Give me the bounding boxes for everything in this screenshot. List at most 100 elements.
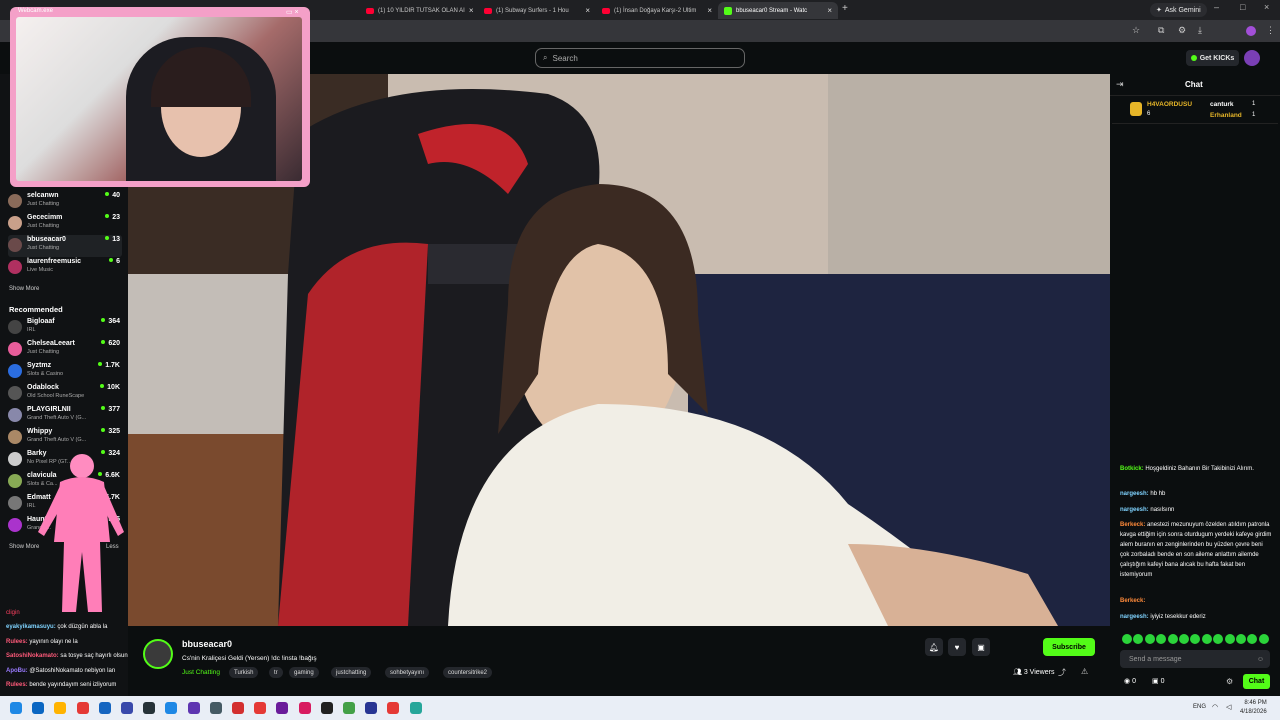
share-icon[interactable]: ⤴ — [1058, 667, 1066, 678]
app-icon[interactable] — [320, 702, 333, 714]
emote-icon[interactable] — [1236, 634, 1246, 644]
app-icon[interactable] — [276, 702, 289, 714]
menu-icon[interactable]: ⋮ — [1266, 25, 1275, 36]
stream-category-link[interactable]: Just Chatting — [182, 669, 220, 676]
app-icon[interactable] — [409, 702, 422, 714]
chat-username[interactable]: nargeesh: — [1120, 614, 1149, 620]
overlay-chat-username: ApoBu: — [6, 667, 28, 674]
search-icon[interactable] — [32, 702, 45, 714]
start-icon[interactable] — [10, 702, 22, 714]
close-tab-icon[interactable]: × — [707, 6, 712, 15]
sidebar-channel-bbuseacar0[interactable]: bbuseacar0 Just Chatting 13 — [8, 235, 122, 257]
streamer-name[interactable]: bbuseacar0 — [182, 639, 232, 649]
stream-tag[interactable]: Turkish — [229, 667, 259, 678]
bookmark-star-icon[interactable]: ☆ — [1132, 25, 1140, 36]
close-window-icon[interactable]: × — [1264, 2, 1269, 12]
emote-icon[interactable] — [1201, 634, 1212, 644]
kicks-counter[interactable]: ◉ 0 — [1124, 677, 1136, 685]
sidebar-channel-whippy[interactable]: Whippy Grand Theft Auto V (G... 325 — [8, 427, 122, 449]
profile-icon[interactable] — [1246, 26, 1256, 36]
app-icon[interactable] — [343, 702, 355, 714]
emote-icon[interactable] — [1167, 634, 1178, 644]
emote-icon[interactable] — [1179, 634, 1189, 644]
app-icon[interactable] — [298, 702, 311, 714]
system-clock[interactable]: 8:46 PM 4/18/2026 — [1240, 699, 1267, 717]
subscribe-button[interactable]: Subscribe — [1043, 638, 1095, 656]
gift-icon[interactable]: ▣ — [972, 638, 990, 656]
close-tab-icon[interactable]: × — [827, 6, 832, 15]
search-input[interactable]: ⌕ Search — [535, 48, 745, 68]
gift-counter[interactable]: ▣ 0 — [1152, 677, 1164, 685]
stream-tag[interactable]: tr — [269, 667, 283, 678]
browser-tab[interactable]: (1) İnsan Doğaya Karşı-2 Ultim × — [596, 2, 718, 19]
app-icon[interactable] — [387, 702, 400, 714]
emote-icon[interactable] — [1258, 634, 1269, 644]
extension-icon[interactable]: ⧉ — [1158, 25, 1164, 36]
collapse-chat-icon[interactable]: ⇥ — [1116, 79, 1124, 90]
browser-tab[interactable]: (1) Subway Surfers - 1 Hou × — [478, 2, 596, 19]
chat-username[interactable]: Botkick: — [1120, 466, 1144, 472]
app-icon[interactable] — [209, 702, 222, 714]
extension-icon[interactable]: ⚙ — [1178, 25, 1186, 36]
sidebar-channel-bigloaaf[interactable]: Bigloaaf IRL 364 — [8, 317, 122, 339]
channel-category: Just Chatting — [27, 349, 60, 355]
app-icon[interactable] — [98, 702, 111, 714]
volume-icon[interactable]: ◁ — [1226, 703, 1231, 711]
chat-username[interactable]: Berkeck: — [1120, 522, 1145, 528]
sidebar-channel-playgirlnii[interactable]: PLAYGIRLNII Grand Theft Auto V (G... 377 — [8, 405, 122, 427]
language-indicator[interactable]: ENG — [1193, 704, 1206, 710]
chrome-icon[interactable] — [254, 702, 267, 714]
maximize-icon[interactable]: □ — [1240, 2, 1245, 12]
chat-username[interactable]: nargeesh: — [1120, 507, 1149, 513]
stream-tag[interactable]: justchatting — [331, 667, 372, 678]
notification-bell-icon[interactable]: 🔔︎ — [925, 638, 943, 656]
sidebar-channel-odablock[interactable]: Odablock Old School RuneScape 10K — [8, 383, 122, 405]
chat-message-input[interactable]: Send a message ☺ — [1120, 650, 1270, 668]
channel-viewer-count: 10K — [100, 384, 120, 391]
chat-username[interactable]: Berkeck: — [1120, 598, 1145, 604]
sidebar-channel-syztmz[interactable]: Syztmz Slots & Casino 1.7K — [8, 361, 122, 383]
user-avatar[interactable] — [1244, 50, 1260, 66]
minimize-icon[interactable]: – — [1214, 2, 1219, 12]
sidebar-channel-chelsealeeart[interactable]: ChelseaLeeart Just Chatting 620 — [8, 339, 122, 361]
sidebar-channel-laurenfreemusic[interactable]: laurenfreemusic Live Music 6 — [8, 257, 122, 279]
close-tab-icon[interactable]: × — [585, 6, 590, 15]
sidebar-channel-gececimm[interactable]: Gececimm Just Chatting 23 — [8, 213, 122, 235]
follow-heart-icon[interactable]: ♥ — [948, 638, 966, 656]
dancing-figure-sticker — [38, 454, 124, 612]
stream-tag[interactable]: sohbetyayını — [385, 667, 430, 678]
streamer-avatar[interactable] — [143, 639, 173, 669]
emoji-icon[interactable]: ☺ — [1257, 656, 1264, 663]
chat-username[interactable]: nargeesh: — [1120, 491, 1149, 497]
app-icon[interactable] — [76, 702, 89, 714]
get-kicks-button[interactable]: Get KICKs — [1186, 50, 1239, 66]
chat-send-button[interactable]: Chat — [1243, 674, 1270, 689]
emote-icon[interactable] — [1224, 634, 1235, 644]
emote-icon[interactable] — [1144, 634, 1155, 644]
show-more-button[interactable]: Show More — [9, 286, 39, 292]
browser-tab-active[interactable]: bbuseacar0 Stream - Watc × — [718, 2, 838, 19]
app-icon[interactable] — [143, 702, 156, 714]
close-tab-icon[interactable]: × — [469, 6, 474, 15]
report-icon[interactable]: ⚠ — [1081, 667, 1088, 676]
app-icon[interactable] — [232, 702, 244, 714]
channel-viewer-count: 6 — [109, 258, 120, 265]
file-explorer-icon[interactable] — [54, 702, 67, 714]
stream-tag[interactable]: countersitrike2 — [443, 667, 493, 678]
wifi-icon[interactable]: ◠ — [1212, 703, 1218, 711]
chat-settings-icon[interactable]: ⚙ — [1226, 677, 1233, 686]
browser-tab[interactable]: (1) 10 YILDIR TUTSAK OLAN AI × — [360, 2, 478, 19]
app-icon[interactable] — [165, 702, 178, 714]
chat-text: hb hb — [1150, 491, 1166, 497]
app-icon[interactable] — [121, 702, 133, 714]
channel-name: Whippy — [27, 428, 53, 435]
downloads-icon[interactable]: ⤓ — [1198, 25, 1202, 36]
steam-icon[interactable] — [365, 702, 378, 714]
emote-icon[interactable] — [1122, 634, 1132, 644]
ask-gemini-button[interactable]: ✦ Ask Gemini — [1150, 3, 1207, 17]
overlay-chat-username: eyakyikamasuyu: — [6, 624, 56, 630]
sidebar-channel-selcanwn[interactable]: selcanwn Just Chatting 40 — [8, 191, 122, 213]
app-icon[interactable] — [187, 702, 200, 714]
stream-tag[interactable]: gaming — [289, 667, 319, 678]
new-tab-button[interactable]: + — [842, 3, 848, 14]
